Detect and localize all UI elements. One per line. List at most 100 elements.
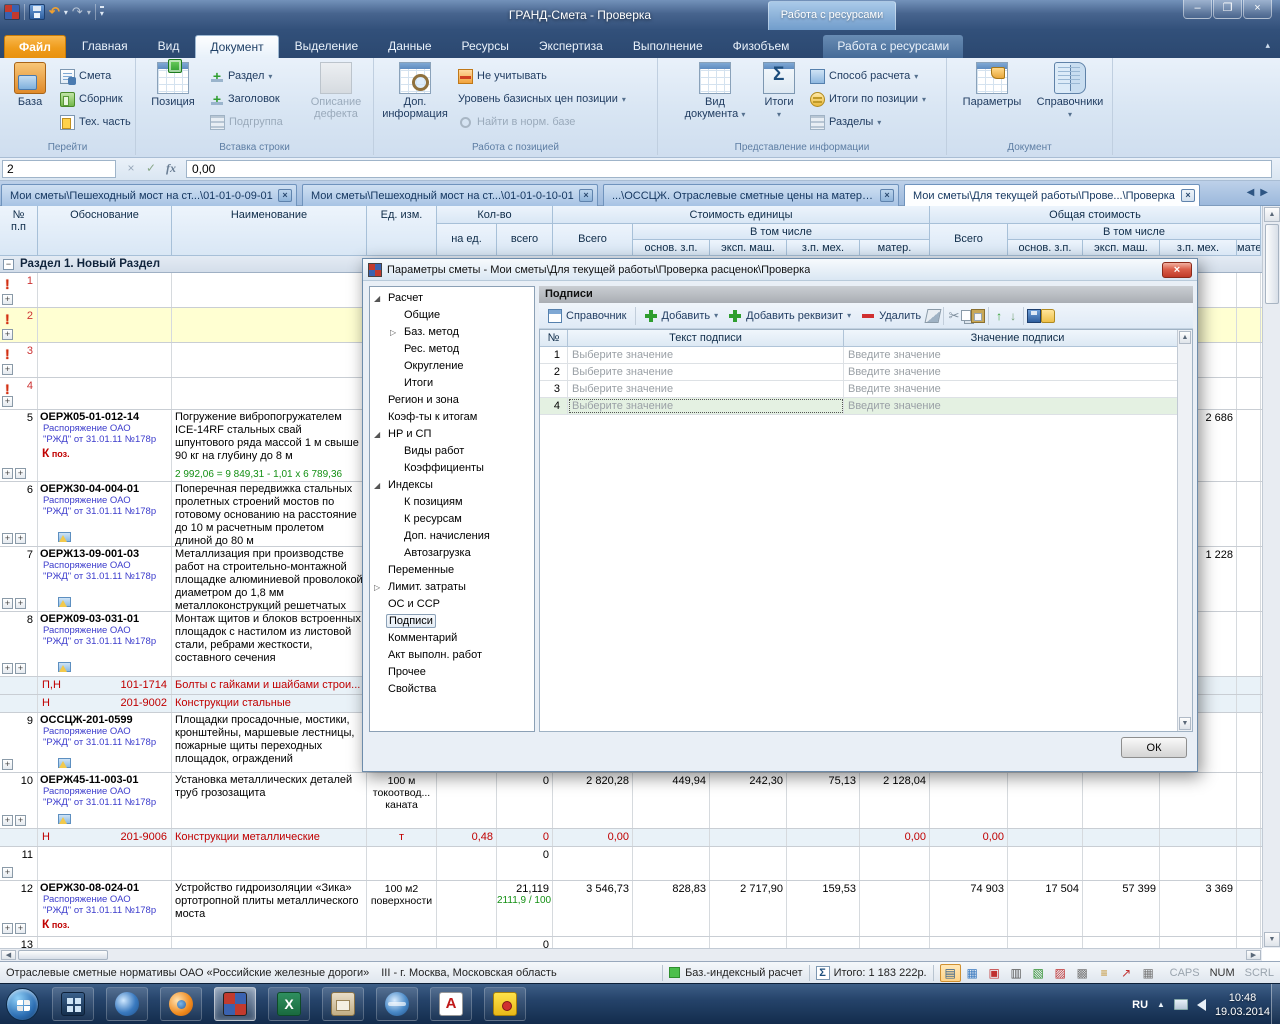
document-tab[interactable]: Мои сметы\Для текущей работы\Прове...\Пр… <box>904 184 1200 206</box>
document-view-button[interactable]: Вид документа ▾ <box>682 62 748 121</box>
minimize-button[interactable]: – <box>1183 0 1212 19</box>
signature-text-cell[interactable]: Выберите значение <box>568 364 844 380</box>
open-icon[interactable] <box>1041 309 1055 323</box>
collapse-icon[interactable]: − <box>3 259 14 270</box>
view-mode-icon-10[interactable]: ▦ <box>1138 964 1159 982</box>
network-icon[interactable] <box>1174 999 1188 1010</box>
tree-item[interactable]: К ресурсам <box>370 511 534 528</box>
expand-icon[interactable]: + <box>2 867 13 878</box>
position-row[interactable]: 10++ОЕРЖ45-11-003-01Распоряжение ОАО"РЖД… <box>0 773 1262 829</box>
volume-icon[interactable] <box>1197 999 1206 1011</box>
parameters-button[interactable]: Параметры <box>957 62 1027 108</box>
show-desktop-button[interactable] <box>1271 984 1280 1025</box>
taskbar-app-launcher[interactable] <box>52 987 94 1021</box>
ribbon-tab[interactable]: Физобъем <box>719 35 804 58</box>
expand-icon[interactable]: + <box>2 533 13 544</box>
clear-icon[interactable] <box>925 309 942 323</box>
calc-method-button[interactable]: Способ расчета ▾ <box>810 66 918 86</box>
view-mode-icon-3[interactable]: ▣ <box>984 964 1005 982</box>
ribbon-tab[interactable]: Экспертиза <box>525 35 617 58</box>
cancel-icon[interactable]: × <box>122 161 140 175</box>
tree-item[interactable]: Доп. начисления <box>370 528 534 545</box>
tree-expander-icon[interactable]: ◢ <box>374 426 380 443</box>
tree-item[interactable]: ◢Индексы <box>370 477 534 494</box>
additional-info-button[interactable]: Доп. информация <box>380 62 450 120</box>
paste-icon[interactable] <box>971 309 985 323</box>
save-icon[interactable] <box>1027 309 1041 323</box>
references-button[interactable]: Справочники▾ <box>1033 62 1107 121</box>
tree-item[interactable]: Коэффициенты <box>370 460 534 477</box>
signature-text-cell[interactable]: Выберите значение <box>568 381 844 397</box>
view-mode-icon-7[interactable]: ▩ <box>1072 964 1093 982</box>
taskbar-firefox[interactable] <box>160 987 202 1021</box>
move-down-icon[interactable]: ↓ <box>1006 309 1020 323</box>
ribbon-tab[interactable]: Документ <box>195 35 278 58</box>
taskbar-pdf-reader[interactable] <box>430 987 472 1021</box>
reference-button[interactable]: Справочник <box>543 307 632 325</box>
close-tab-icon[interactable]: × <box>278 189 292 202</box>
tech-part-button[interactable]: Тех. часть <box>60 112 131 132</box>
signature-row[interactable]: 2Выберите значениеВведите значение <box>540 364 1192 381</box>
tree-item[interactable]: Свойства <box>370 681 534 698</box>
taskbar-browser-alt[interactable] <box>376 987 418 1021</box>
ok-button[interactable]: ОК <box>1121 737 1187 758</box>
tree-item[interactable]: Рес. метод <box>370 341 534 358</box>
taskbar-route-builder[interactable] <box>484 987 526 1021</box>
document-tab[interactable]: ...\ОССЦЖ. Отраслевые сметные цены на ма… <box>603 184 899 206</box>
totals-button[interactable]: Итоги▾ <box>756 62 802 121</box>
confirm-icon[interactable]: ✓ <box>142 161 160 175</box>
position-row[interactable]: 11+0 <box>0 847 1262 881</box>
tree-item[interactable]: Акт выполн. работ <box>370 647 534 664</box>
delete-button[interactable]: Удалить <box>856 307 926 325</box>
dialog-scrollbar[interactable]: ▲ ▼ <box>1177 330 1192 731</box>
taskbar-grand-smeta[interactable] <box>214 987 256 1021</box>
document-tab[interactable]: Мои сметы\Пешеходный мост на ст...\01-01… <box>302 184 598 206</box>
tree-expander-icon[interactable]: ◢ <box>374 290 380 307</box>
expand-icon[interactable]: + <box>2 329 13 340</box>
ribbon-tab[interactable]: Выполнение <box>619 35 717 58</box>
expand-icon[interactable]: + <box>15 815 26 826</box>
collapse-ribbon-icon[interactable]: ▴ <box>1265 40 1270 51</box>
expand-icon[interactable]: + <box>2 598 13 609</box>
undo-dropdown-icon[interactable]: ▾ <box>64 8 68 17</box>
clock[interactable]: 10:48 19.03.2014 <box>1215 991 1270 1019</box>
taskbar-file-manager[interactable] <box>322 987 364 1021</box>
tree-item[interactable]: Коэф-ты к итогам <box>370 409 534 426</box>
expand-icon[interactable]: + <box>15 923 26 934</box>
sections-button[interactable]: Разделы ▾ <box>810 112 881 132</box>
move-up-icon[interactable]: ↑ <box>992 309 1006 323</box>
tree-item[interactable]: Общие <box>370 307 534 324</box>
position-row[interactable]: 130 <box>0 937 1262 948</box>
close-tab-icon[interactable]: × <box>1181 189 1195 202</box>
scroll-down-icon[interactable]: ▼ <box>1179 717 1191 730</box>
scroll-thumb[interactable] <box>18 950 108 960</box>
close-button[interactable]: × <box>1243 0 1272 19</box>
tree-item[interactable]: Регион и зона <box>370 392 534 409</box>
signature-value-cell[interactable]: Введите значение <box>844 398 1192 414</box>
tree-item[interactable]: Прочее <box>370 664 534 681</box>
tree-item[interactable]: ◢Расчет <box>370 290 534 307</box>
expand-icon[interactable]: + <box>2 663 13 674</box>
signature-row[interactable]: 3Выберите значениеВведите значение <box>540 381 1192 398</box>
horizontal-scrollbar[interactable]: ◀ ▶ <box>0 948 1262 961</box>
expand-icon[interactable]: + <box>15 468 26 479</box>
ribbon-tab[interactable]: Файл <box>4 35 66 58</box>
tree-item[interactable]: ОС и ССР <box>370 596 534 613</box>
base-button[interactable]: База <box>4 62 56 108</box>
section-button[interactable]: +Раздел ▾ <box>210 66 272 86</box>
add-button[interactable]: Добавить ▾ <box>639 307 724 325</box>
scroll-up-icon[interactable]: ▲ <box>1264 207 1280 222</box>
expand-icon[interactable]: + <box>2 294 13 305</box>
save-icon[interactable] <box>29 4 45 20</box>
view-mode-icon-5[interactable]: ▧ <box>1028 964 1049 982</box>
dialog-close-button[interactable]: × <box>1162 262 1192 278</box>
signature-text-cell[interactable]: Выберите значение <box>568 398 844 414</box>
signature-row[interactable]: 4Выберите значениеВведите значение <box>540 398 1192 415</box>
view-mode-icon-6[interactable]: ▨ <box>1050 964 1071 982</box>
sbornik-button[interactable]: Сборник <box>60 89 123 109</box>
undo-icon[interactable]: ↶ <box>49 4 60 20</box>
position-row[interactable]: 12++ОЕРЖ30-08-024-01Распоряжение ОАО"РЖД… <box>0 881 1262 937</box>
scroll-left-icon[interactable]: ◀ <box>1 950 16 960</box>
cut-icon[interactable]: ✂ <box>947 309 961 323</box>
tree-item[interactable]: ▷Баз. метод <box>370 324 534 341</box>
